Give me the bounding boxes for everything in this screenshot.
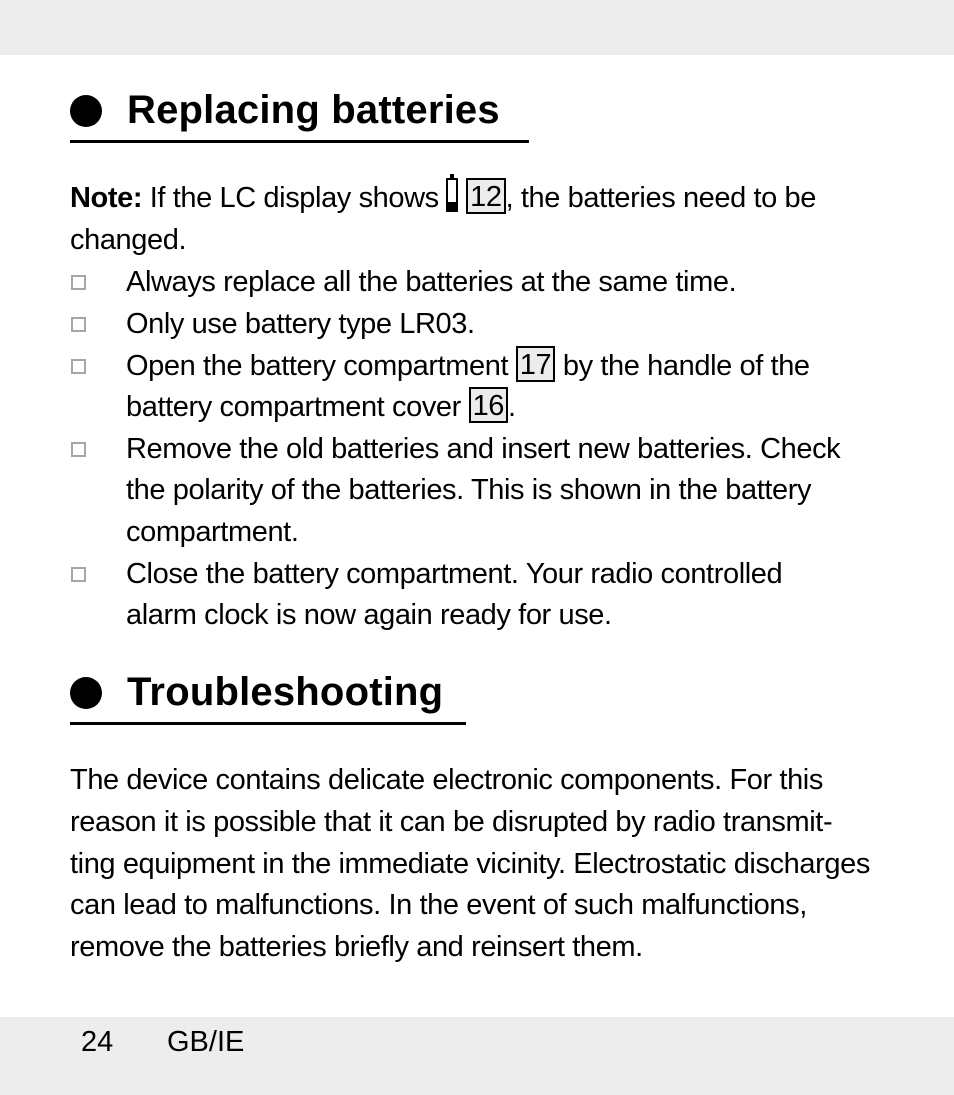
bullet-dot-icon xyxy=(70,95,102,127)
low-battery-icon xyxy=(446,174,459,213)
checkbox-bullet-icon xyxy=(71,567,86,582)
bullet-dot-icon xyxy=(70,677,102,709)
page-header-band xyxy=(0,0,954,55)
note-text: If the LC display shows xyxy=(142,182,447,214)
list-item: Only use battery type LR03. xyxy=(126,308,475,340)
list-item: Always replace all the batteries at the … xyxy=(126,266,737,298)
item-text: . xyxy=(508,391,516,423)
checkbox-bullet-icon xyxy=(71,359,86,374)
list-item-continued: alarm clock is now again ready for use. xyxy=(126,599,612,631)
checkbox-bullet-icon xyxy=(71,275,86,290)
reference-number: 16 xyxy=(468,387,509,424)
checkbox-bullet-icon xyxy=(71,442,86,457)
paragraph-line: remove the batteries briefly and reinser… xyxy=(70,931,643,963)
note-line-1: Note: If the LC display shows 12, the ba… xyxy=(70,174,817,219)
note-label: Note: xyxy=(70,182,143,214)
paragraph-line: The device contains delicate electronic … xyxy=(70,764,823,796)
page-footer-band xyxy=(0,1017,954,1095)
item-text: battery compartment cover xyxy=(126,391,469,423)
paragraph-line: reason it is possible that it can be dis… xyxy=(70,806,833,838)
reference-number: 12 xyxy=(466,178,506,215)
list-item: Open the battery compartment 17 by the h… xyxy=(126,345,810,387)
list-item: Remove the old batteries and insert new … xyxy=(126,433,841,465)
item-text: Open the battery compartment xyxy=(126,350,516,382)
heading-underline xyxy=(70,722,466,725)
paragraph-line: ting equipment in the immediate vicinity… xyxy=(70,848,870,880)
list-item-continued: the polarity of the batteries. This is s… xyxy=(126,474,812,506)
checkbox-bullet-icon xyxy=(71,317,86,332)
list-item-continued: battery compartment cover 16. xyxy=(126,386,516,428)
list-item-continued: compartment. xyxy=(126,516,299,548)
paragraph-line: can lead to malfunctions. In the event o… xyxy=(70,889,807,921)
section-title: Troubleshooting xyxy=(127,670,444,714)
reference-number: 17 xyxy=(515,346,556,383)
note-line-2: changed. xyxy=(70,224,187,256)
note-text: , the batteries need to be xyxy=(505,182,817,214)
item-text: by the handle of the xyxy=(555,350,810,382)
locale-label: GB/IE xyxy=(167,1026,245,1058)
page-number: 24 xyxy=(81,1026,114,1058)
heading-underline xyxy=(70,140,529,143)
section-title: Replacing batteries xyxy=(127,88,500,132)
list-item: Close the battery compartment. Your radi… xyxy=(126,558,783,590)
